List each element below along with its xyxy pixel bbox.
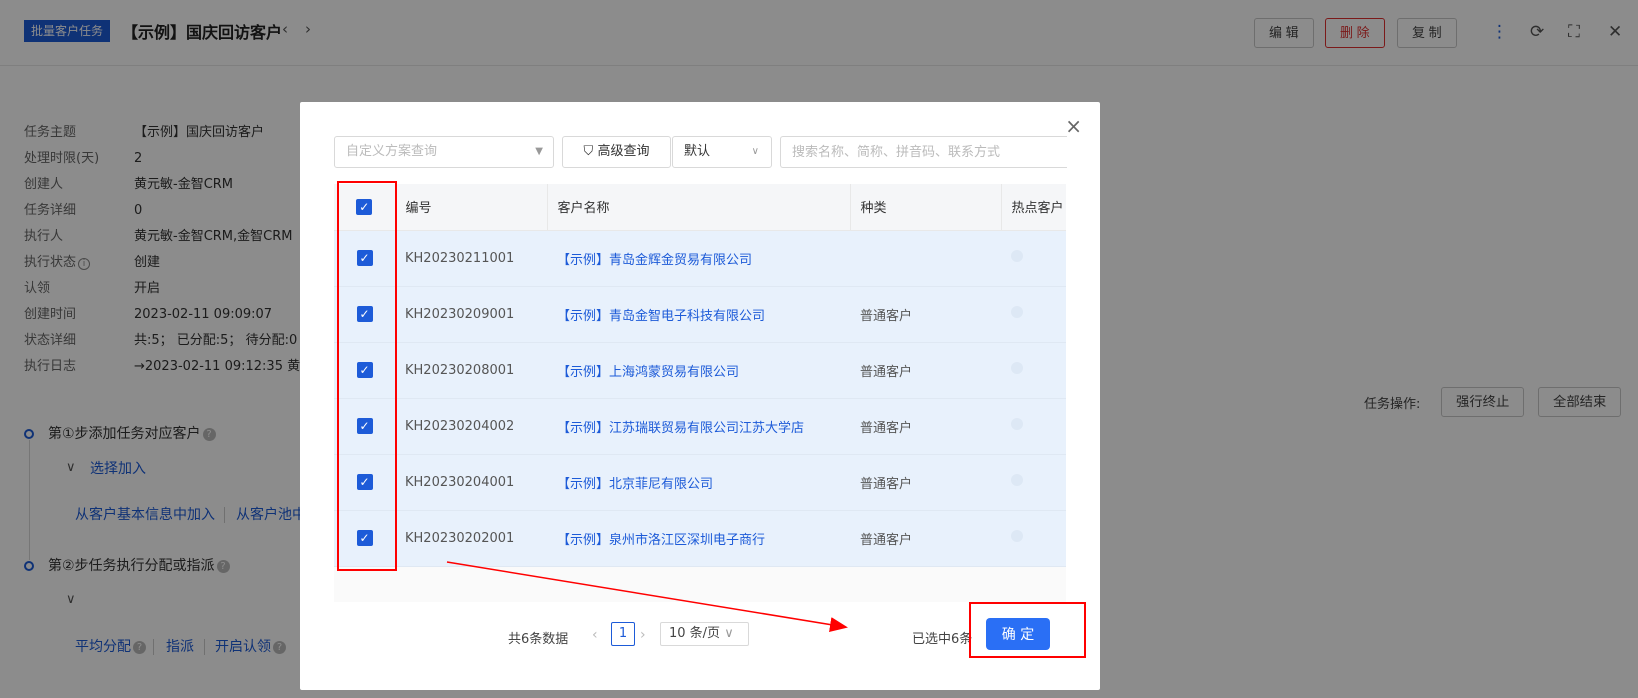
- annotation-arrow: [446, 561, 848, 632]
